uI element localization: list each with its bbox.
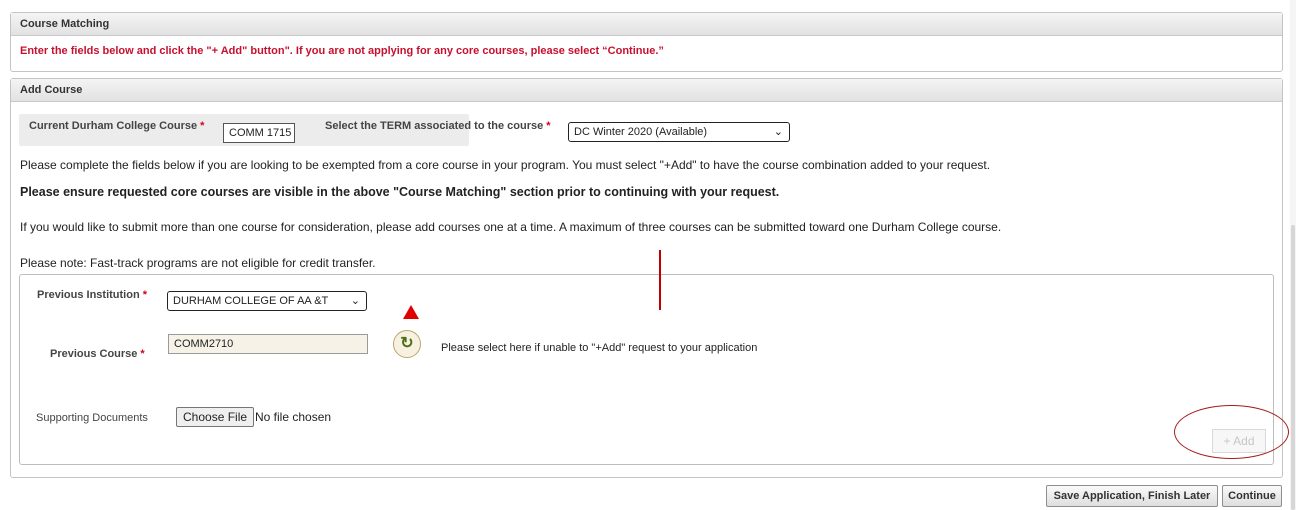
previous-institution-value: DURHAM COLLEGE OF AA &T bbox=[173, 295, 329, 307]
info-paragraph-1: Please complete the fields below if you … bbox=[20, 158, 991, 172]
annotation-arrow bbox=[403, 305, 419, 319]
refresh-icon[interactable]: ↻ bbox=[393, 330, 421, 358]
annotation-line bbox=[659, 250, 661, 310]
term-select[interactable]: DC Winter 2020 (Available) ⌄ bbox=[568, 122, 790, 142]
previous-course-form: Previous Institution * DURHAM COLLEGE OF … bbox=[19, 274, 1274, 465]
previous-course-label: Previous Course * bbox=[50, 348, 145, 360]
annotation-circle bbox=[1174, 405, 1289, 459]
required-marker: * bbox=[140, 348, 145, 360]
continue-button[interactable]: Continue bbox=[1222, 485, 1282, 507]
scrollbar-thumb[interactable] bbox=[1291, 225, 1295, 510]
choose-file-button[interactable]: Choose File bbox=[176, 407, 255, 427]
required-marker: * bbox=[546, 120, 551, 132]
previous-institution-select[interactable]: DURHAM COLLEGE OF AA &T ⌄ bbox=[167, 291, 367, 311]
required-marker: * bbox=[200, 120, 205, 132]
previous-course-input[interactable]: COMM2710 bbox=[168, 334, 368, 354]
course-matching-instruction: Enter the fields below and click the "+ … bbox=[20, 45, 664, 57]
info-paragraph-2: Please ensure requested core courses are… bbox=[20, 185, 780, 199]
term-label: Select the TERM associated to the course… bbox=[325, 120, 551, 132]
info-paragraph-4: Please note: Fast-track programs are not… bbox=[20, 256, 376, 270]
page-scrollbar[interactable] bbox=[1290, 0, 1296, 510]
course-matching-title: Course Matching bbox=[11, 13, 1282, 36]
course-matching-panel: Course Matching Enter the fields below a… bbox=[10, 12, 1283, 72]
term-select-value: DC Winter 2020 (Available) bbox=[574, 126, 708, 138]
supporting-documents-label: Supporting Documents bbox=[36, 412, 148, 424]
save-finish-later-button[interactable]: Save Application, Finish Later bbox=[1046, 485, 1218, 507]
refresh-hint: Please select here if unable to "+Add" r… bbox=[441, 342, 758, 354]
no-file-text: No file chosen bbox=[255, 410, 332, 424]
chevron-down-icon: ⌄ bbox=[350, 295, 360, 307]
add-course-panel: Add Course Current Durham College Course… bbox=[10, 78, 1283, 478]
required-marker: * bbox=[142, 289, 147, 301]
current-course-label: Current Durham College Course * bbox=[29, 120, 205, 132]
current-course-field[interactable]: COMM 1715 bbox=[223, 123, 295, 143]
add-course-title: Add Course bbox=[11, 79, 1282, 102]
previous-institution-label: Previous Institution * bbox=[37, 289, 147, 301]
info-paragraph-3: If you would like to submit more than on… bbox=[20, 220, 1002, 234]
chevron-down-icon: ⌄ bbox=[773, 126, 783, 138]
